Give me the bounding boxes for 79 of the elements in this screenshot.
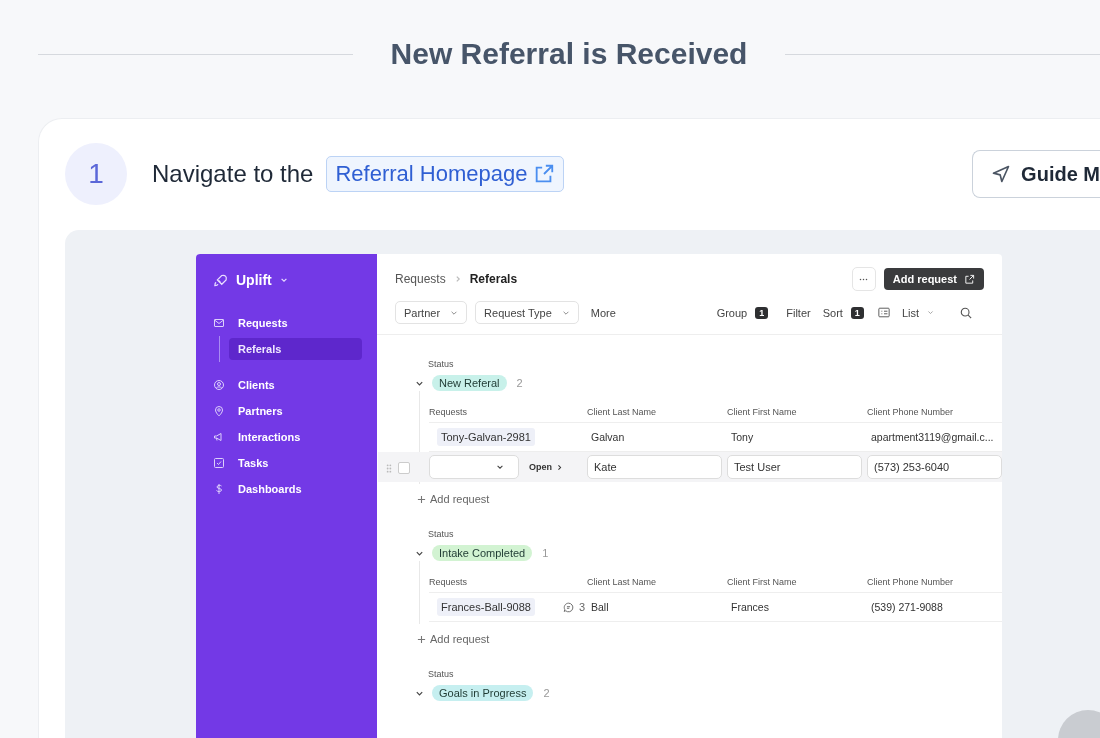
group-count: 2: [543, 687, 550, 699]
more-options-button[interactable]: [851, 267, 876, 291]
breadcrumb-item[interactable]: Requests: [395, 272, 446, 286]
mail-icon: [213, 317, 225, 329]
request-select[interactable]: [429, 455, 519, 479]
view-dropdown[interactable]: List: [901, 306, 919, 319]
add-request-button[interactable]: Add request: [883, 268, 984, 290]
guide-button[interactable]: Guide M: [972, 150, 1100, 198]
status-label: Status: [428, 529, 455, 539]
table-cell-text: apartment3119@gmail.c...: [870, 431, 995, 443]
search-icon[interactable]: [960, 306, 972, 319]
toolbar-button[interactable]: Group: [716, 306, 748, 319]
column-header: Client First Name: [727, 577, 798, 587]
table-cell-text: Galvan: [590, 431, 626, 443]
filter-dropdown[interactable]: Partner: [395, 301, 468, 324]
sidebar-item[interactable]: Clients: [213, 372, 362, 398]
input-field[interactable]: Kate: [587, 455, 722, 479]
status-label: Status: [428, 669, 455, 679]
status-tag: Goals in Progress: [432, 685, 534, 701]
breadcrumb-item[interactable]: Referals: [469, 272, 518, 286]
row-checkbox[interactable]: [398, 462, 410, 474]
add-request-link[interactable]: Add request: [417, 493, 490, 505]
count-badge: 1: [850, 306, 864, 319]
input-field[interactable]: Test User: [727, 455, 862, 479]
sidebar-item[interactable]: Requests: [213, 310, 362, 336]
external-link-icon: [964, 273, 975, 285]
toolbar-button[interactable]: Filter: [786, 306, 811, 319]
table-cell-text: Tony: [730, 431, 755, 443]
table-cell-text: (539) 271-9088: [870, 601, 944, 613]
drag-handle-icon[interactable]: [386, 463, 392, 473]
megaphone-icon: [213, 431, 225, 443]
section-heading: New Referral is Received: [390, 37, 748, 71]
column-header: Client Last Name: [587, 577, 658, 587]
request-tag[interactable]: Frances-Ball-9088: [437, 598, 535, 616]
sidebar-item[interactable]: Dashboards: [213, 476, 362, 502]
brand-name[interactable]: Uplift: [236, 272, 272, 288]
sidebar-item[interactable]: Partners: [213, 398, 362, 424]
add-request-link[interactable]: Add request: [417, 633, 490, 645]
input-field[interactable]: (573) 253-6040: [867, 455, 1002, 479]
toolbar-button[interactable]: Sort: [822, 306, 843, 319]
pin-icon: [213, 405, 225, 417]
column-header: Requests: [429, 577, 469, 587]
column-header: Client Phone Number: [867, 407, 955, 417]
table-cell-text: Frances: [730, 601, 770, 613]
column-header: Client Phone Number: [867, 577, 955, 587]
column-header: Client Last Name: [587, 407, 658, 417]
plus-icon: [417, 634, 426, 644]
column-header: Client First Name: [727, 407, 798, 417]
table-cell-text: Ball: [590, 601, 610, 613]
chevron-down-icon: [927, 309, 934, 316]
step-number: 1: [65, 143, 127, 205]
open-button[interactable]: Open: [529, 462, 563, 472]
status-tag: New Referal: [432, 375, 507, 391]
count-badge: 1: [755, 306, 769, 319]
chevron-right-icon: [556, 463, 563, 471]
chevron-down-icon: [279, 276, 288, 284]
group-count: 1: [542, 547, 549, 559]
sidebar-subitem[interactable]: Referals: [229, 338, 362, 360]
sidebar-item[interactable]: Interactions: [213, 424, 362, 450]
chevron-down-icon: [496, 463, 504, 471]
user-icon: [213, 379, 225, 391]
referral-homepage-link[interactable]: Referral Homepage: [326, 156, 565, 192]
comment-count: 3: [578, 601, 585, 613]
request-tag[interactable]: Tony-Galvan-2981: [437, 428, 535, 446]
more-button[interactable]: More: [590, 306, 616, 319]
comment-icon: [562, 601, 574, 613]
dollar-icon: [213, 483, 225, 495]
status-label: Status: [428, 359, 455, 369]
filter-dropdown[interactable]: Request Type: [475, 301, 579, 324]
checkbox-icon: [213, 457, 225, 469]
step-text: Navigate to the: [152, 160, 314, 188]
list-view-icon: [877, 307, 890, 318]
status-tag: Intake Completed: [432, 545, 533, 561]
navigation-arrow-icon: [991, 164, 1012, 184]
external-link-icon: [533, 163, 556, 185]
group-count: 2: [516, 377, 523, 389]
column-header: Requests: [429, 407, 469, 417]
plus-icon: [417, 494, 426, 504]
sidebar-item[interactable]: Tasks: [213, 450, 362, 476]
